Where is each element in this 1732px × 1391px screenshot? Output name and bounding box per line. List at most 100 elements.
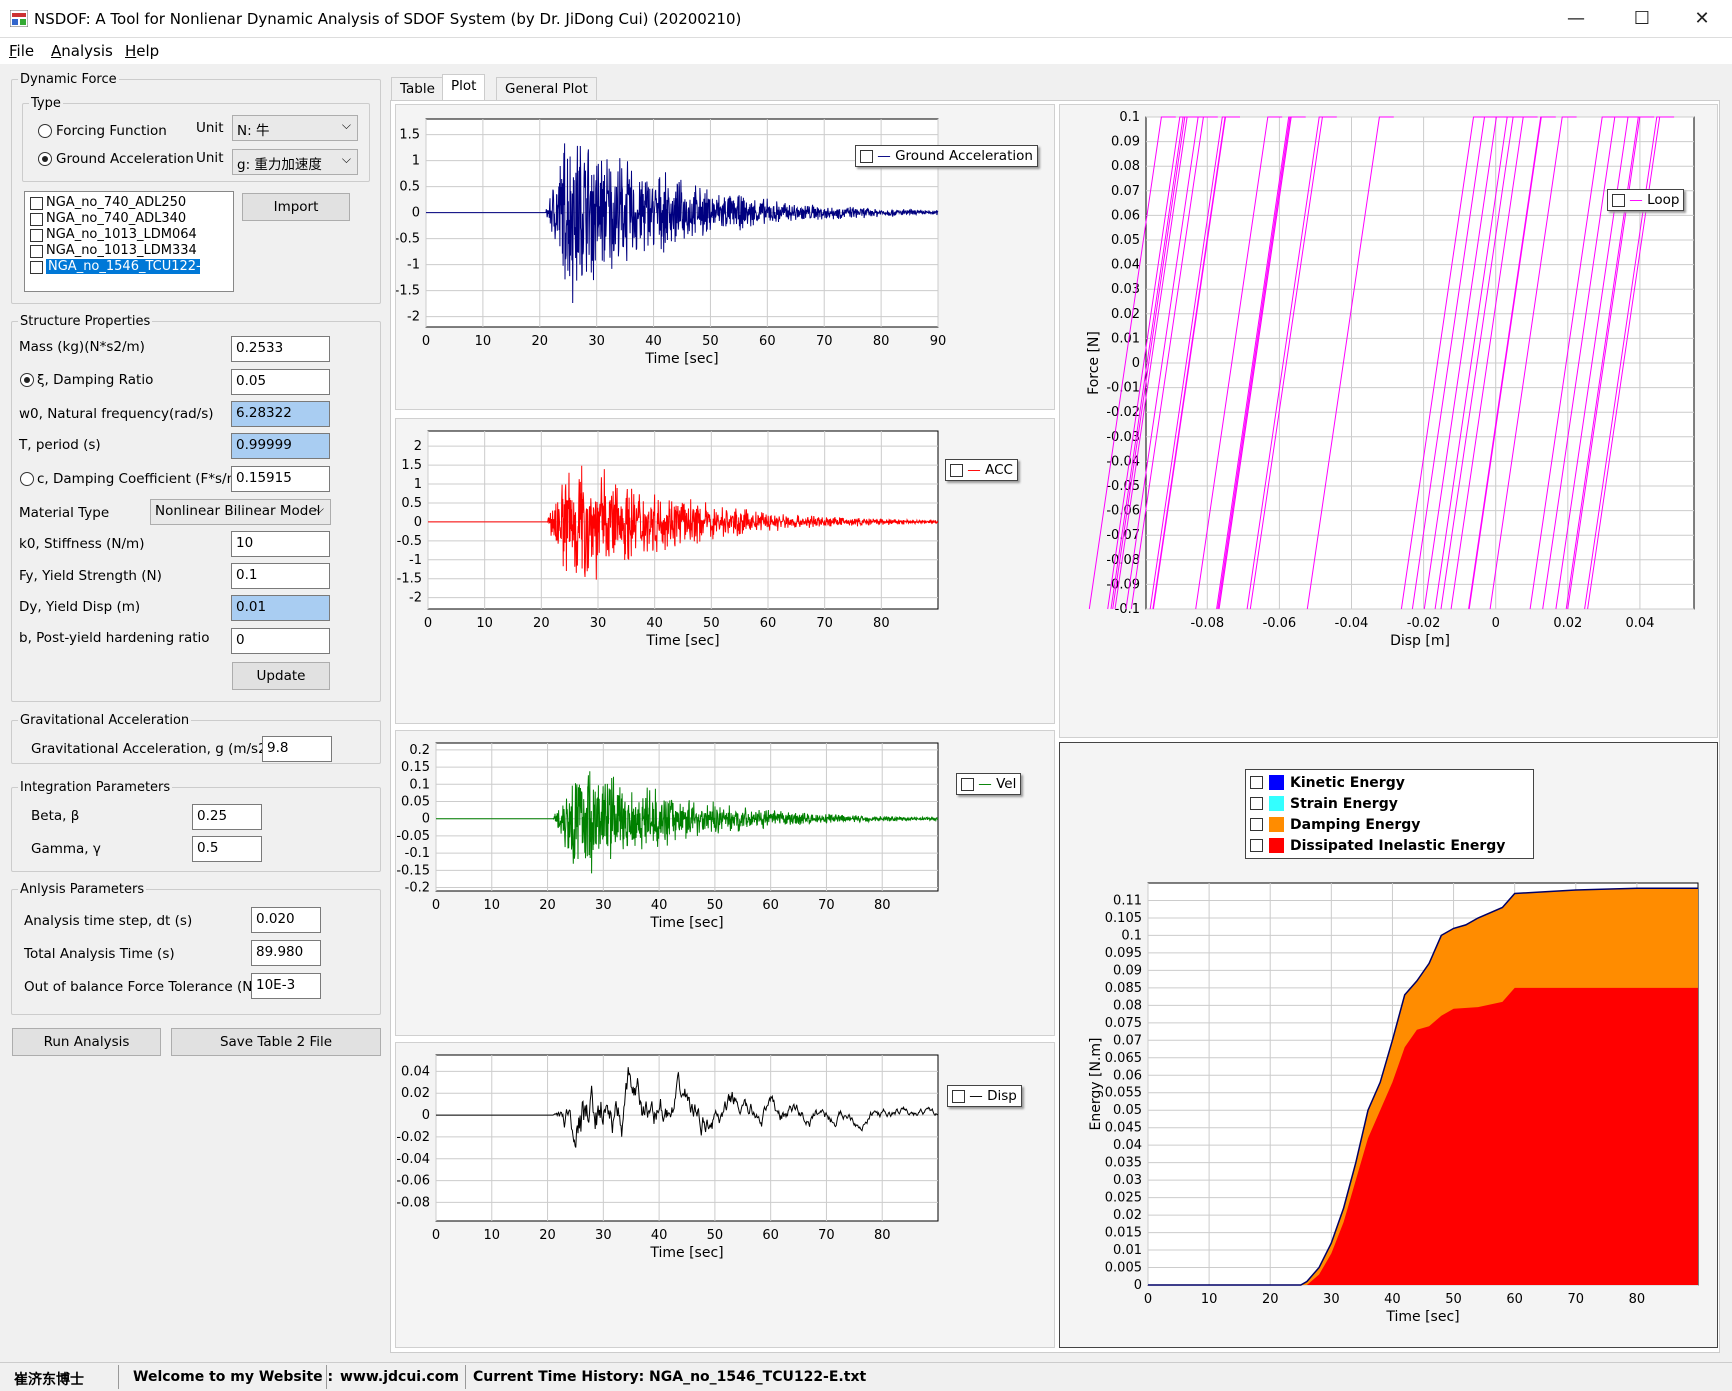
- save-table-button[interactable]: Save Table 2 File: [171, 1028, 381, 1056]
- y-tick-label: -0.02: [396, 1130, 430, 1145]
- status-website-link[interactable]: www.jdcui.com: [340, 1369, 459, 1385]
- list-item-checkbox[interactable]: [30, 261, 43, 274]
- legend-checkbox[interactable]: [961, 777, 974, 791]
- x-tick-label: -0.06: [1263, 616, 1297, 631]
- tab-table[interactable]: Table: [391, 77, 444, 100]
- x-tick-label: -0.08: [1190, 616, 1224, 631]
- close-button[interactable]: ✕: [1682, 6, 1722, 32]
- tolerance-label: Out of balance Force Tolerance (N): [24, 979, 258, 995]
- legend-checkbox[interactable]: [1612, 193, 1625, 207]
- x-tick-label: 50: [703, 616, 720, 631]
- title-bar: NSDOF: A Tool for Nonlienar Dynamic Anal…: [0, 0, 1732, 38]
- x-tick-label: 70: [818, 1228, 835, 1243]
- x-tick-label: 0: [1492, 616, 1500, 631]
- gamma-input[interactable]: 0.5: [192, 836, 262, 862]
- menu-analysis[interactable]: Analysis: [51, 42, 113, 60]
- damping-coefficient-input[interactable]: 0.15915: [231, 466, 330, 492]
- y-tick-label: 0.08: [1111, 159, 1140, 174]
- yield-disp-input[interactable]: 0.01: [231, 595, 330, 621]
- damping-coefficient-radio[interactable]: [20, 472, 34, 486]
- ground-acceleration-radio[interactable]: [38, 152, 52, 166]
- beta-input[interactable]: 0.25: [192, 804, 262, 830]
- x-tick-label: 0: [424, 616, 432, 631]
- dissipated-swatch: [1269, 838, 1284, 853]
- list-item-checkbox[interactable]: [30, 213, 43, 226]
- mass-input[interactable]: 0.2533: [231, 336, 330, 362]
- x-tick-label: 70: [816, 334, 833, 349]
- y-tick-label: 0.035: [1105, 1156, 1142, 1171]
- period-input[interactable]: 0.99999: [231, 433, 330, 459]
- material-type-select[interactable]: Nonlinear Bilinear Model ⌵: [150, 499, 331, 525]
- x-axis-label: Time [sec]: [644, 351, 718, 367]
- energy-legend: Kinetic Energy Strain Energy Damping Ene…: [1245, 769, 1534, 859]
- legend-checkbox[interactable]: [860, 149, 873, 163]
- yield-strength-input[interactable]: 0.1: [231, 563, 330, 589]
- maximize-button[interactable]: ☐: [1622, 6, 1662, 32]
- y-tick-label: 0: [1134, 1278, 1142, 1293]
- list-item-checkbox[interactable]: [30, 197, 43, 210]
- legend-checkbox[interactable]: [1250, 797, 1263, 810]
- time-step-input[interactable]: 0.020: [251, 907, 321, 933]
- menu-help[interactable]: Help: [125, 42, 159, 60]
- minimize-button[interactable]: —: [1556, 6, 1596, 32]
- time-history-list[interactable]: NGA_no_740_ADL250 NGA_no_740_ADL340 NGA_…: [24, 191, 234, 292]
- acc-legend: — ACC: [945, 459, 1018, 481]
- gravity-input[interactable]: 9.8: [262, 736, 332, 762]
- ground-unit-select[interactable]: g: 重力加速度 ⌵: [232, 149, 358, 175]
- legend-item-dissipated: Dissipated Inelastic Energy: [1250, 835, 1529, 856]
- x-tick-label: 20: [1262, 1292, 1279, 1307]
- forcing-unit-select[interactable]: N: 牛 ⌵: [232, 115, 358, 141]
- gravity-label: Gravitational Acceleration, g (m/s2): [31, 741, 272, 757]
- y-tick-label: 0.1: [1121, 928, 1142, 943]
- x-tick-label: 60: [1506, 1292, 1523, 1307]
- menu-file[interactable]: File: [9, 42, 34, 60]
- damping-ratio-radio[interactable]: [20, 373, 34, 387]
- x-tick-label: 60: [760, 616, 777, 631]
- y-tick-label: 1: [412, 154, 420, 169]
- damping-ratio-input[interactable]: 0.05: [231, 369, 330, 395]
- x-tick-label: 60: [759, 334, 776, 349]
- import-button[interactable]: Import: [242, 193, 350, 221]
- y-tick-label: 0.025: [1105, 1191, 1142, 1206]
- y-tick-label: 0: [1132, 356, 1140, 371]
- legend-item-damping: Damping Energy: [1250, 814, 1529, 835]
- gravity-legend: Gravitational Acceleration: [20, 713, 190, 728]
- x-tick-label: 20: [533, 616, 550, 631]
- tolerance-input[interactable]: 10E-3: [251, 973, 321, 999]
- y-tick-label: 0.5: [399, 180, 420, 195]
- hardening-ratio-input[interactable]: 0: [231, 628, 330, 654]
- x-tick-label: 0: [422, 334, 430, 349]
- legend-checkbox[interactable]: [950, 463, 963, 477]
- legend-checkbox[interactable]: [1250, 776, 1263, 789]
- natural-frequency-label: w0, Natural frequency(rad/s): [19, 406, 214, 422]
- acc-panel: 0 10 20 30 40 50 60 70 80 2 1.5 1 0.5 0 -0.5 -1 -1.5 -2 Ti…: [368, 418, 1055, 724]
- y-tick-label: -0.1: [1115, 602, 1140, 617]
- y-tick-label: -1: [407, 258, 420, 273]
- x-tick-label: 40: [1384, 1292, 1401, 1307]
- forcing-function-radio[interactable]: [38, 124, 52, 138]
- natural-frequency-input[interactable]: 6.28322: [231, 401, 330, 427]
- legend-checkbox[interactable]: [1250, 818, 1263, 831]
- total-time-label: Total Analysis Time (s): [24, 946, 175, 962]
- run-analysis-button[interactable]: Run Analysis: [12, 1028, 161, 1056]
- y-tick-label: 0.1: [409, 777, 430, 792]
- x-tick-label: 90: [930, 334, 947, 349]
- chevron-down-icon: ⌵: [341, 118, 351, 132]
- x-tick-label: 0: [432, 898, 440, 913]
- y-tick-label: 0.06: [1111, 208, 1140, 223]
- list-item-checkbox[interactable]: [30, 229, 43, 242]
- legend-item-strain: Strain Energy: [1250, 793, 1529, 814]
- y-tick-label: -0.5: [397, 534, 422, 549]
- x-tick-label: 70: [816, 616, 833, 631]
- legend-checkbox[interactable]: [1250, 839, 1263, 852]
- status-divider: [118, 1365, 119, 1389]
- x-tick-label: 80: [1629, 1292, 1646, 1307]
- update-button[interactable]: Update: [232, 662, 330, 690]
- list-item-checkbox[interactable]: [30, 245, 43, 258]
- material-type-label: Material Type: [19, 505, 110, 521]
- legend-checkbox[interactable]: [952, 1089, 965, 1103]
- tab-general-plot[interactable]: General Plot: [496, 77, 597, 100]
- tab-plot[interactable]: Plot: [442, 74, 486, 101]
- stiffness-input[interactable]: 10: [231, 531, 330, 557]
- total-time-input[interactable]: 89.980: [251, 940, 321, 966]
